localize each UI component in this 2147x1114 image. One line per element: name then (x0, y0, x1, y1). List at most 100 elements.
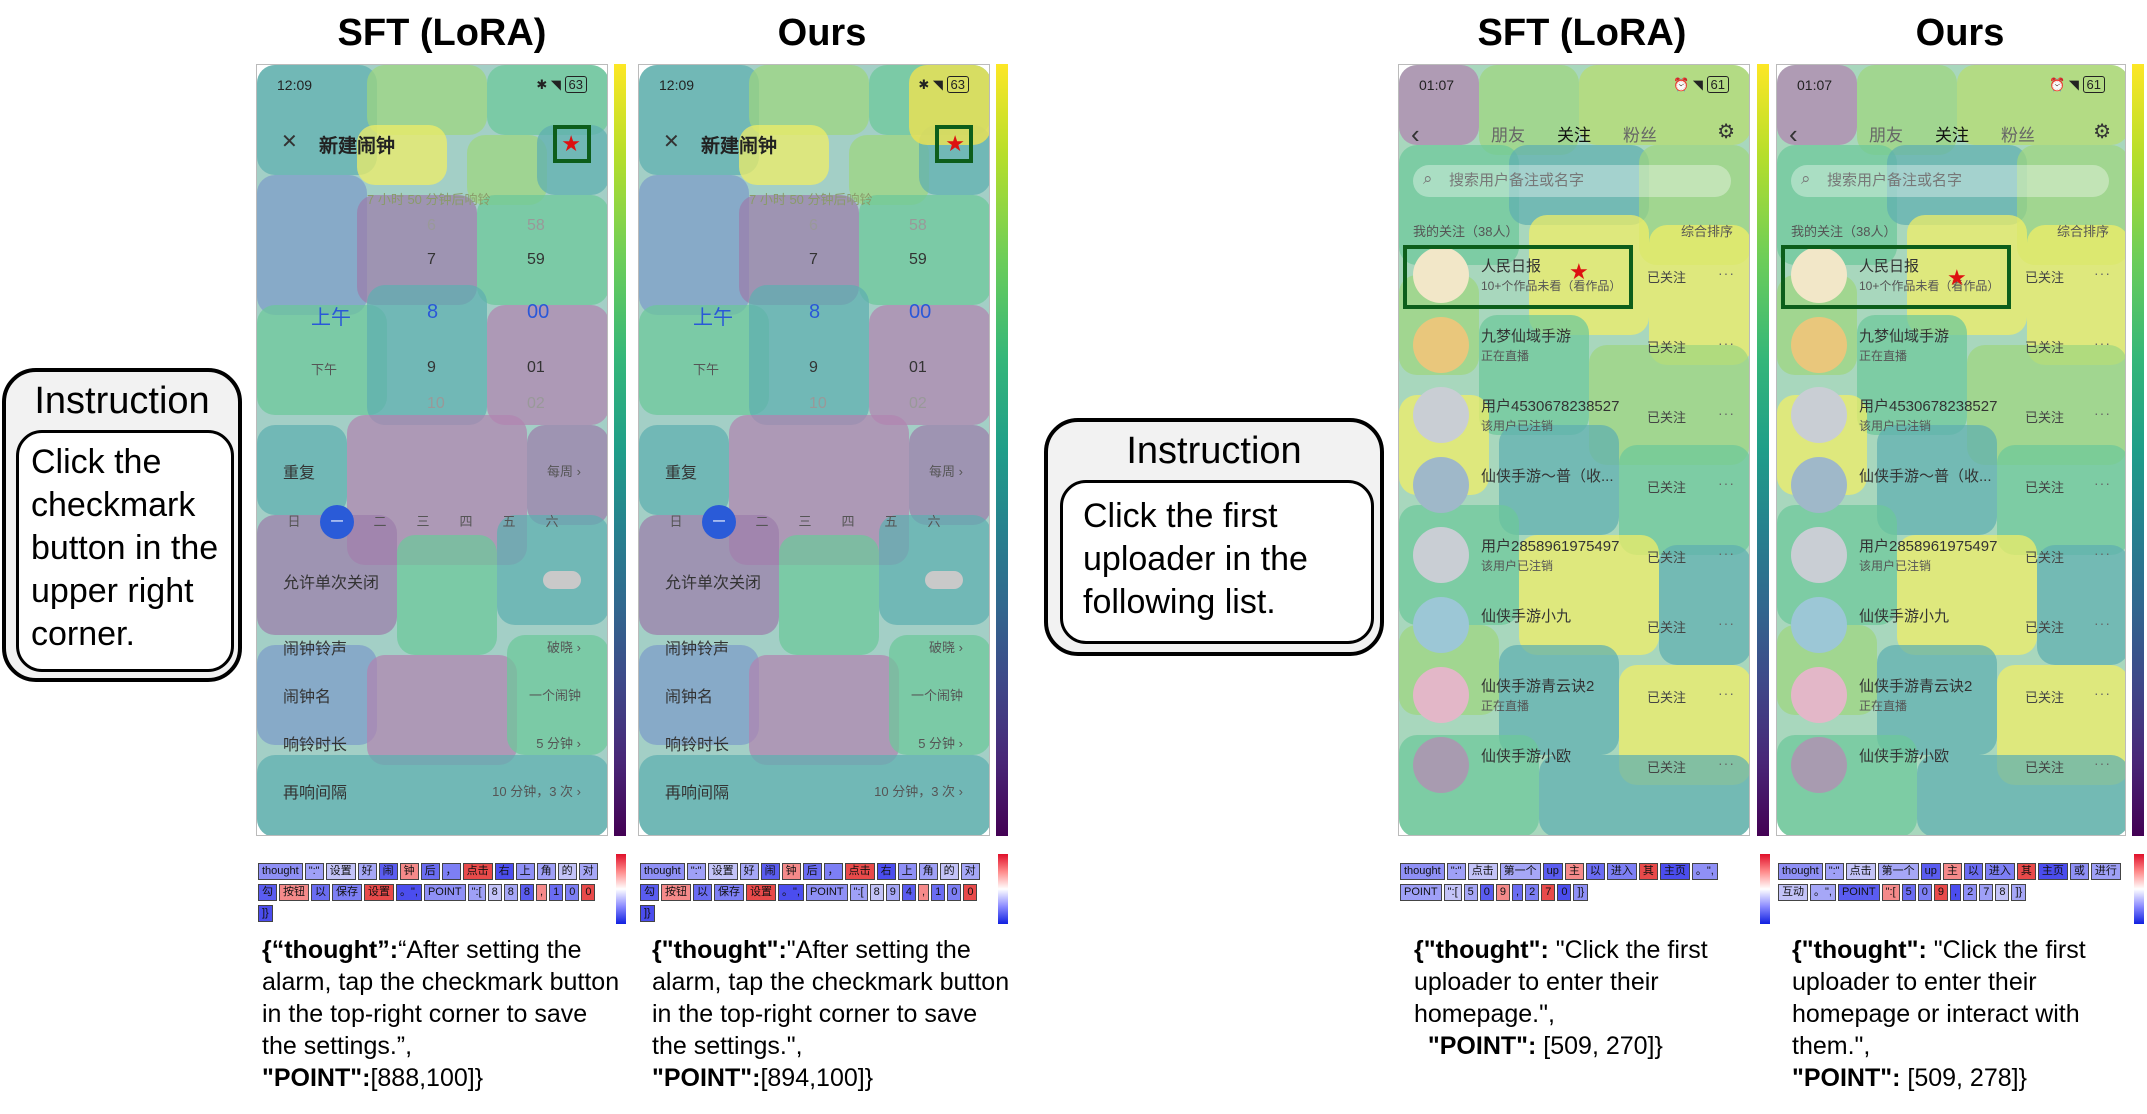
more-icon[interactable]: ··· (1718, 475, 1735, 491)
snooze-value[interactable]: 10 分钟，3 次 › (492, 781, 581, 800)
picker-hour[interactable]: 8 (427, 301, 438, 324)
picker-hour[interactable]: 10 (809, 395, 827, 413)
user-avatar[interactable] (1791, 527, 1847, 583)
close-icon[interactable]: ✕ (281, 129, 298, 154)
picker-ampm[interactable]: 下午 (693, 359, 719, 378)
user-avatar[interactable] (1791, 457, 1847, 513)
picker-hour[interactable]: 8 (809, 301, 820, 324)
more-icon[interactable]: ··· (1718, 755, 1735, 771)
gear-icon[interactable]: ⚙ (1717, 119, 1735, 144)
user-avatar[interactable] (1791, 387, 1847, 443)
user-name[interactable]: 用户4530678238527 (1481, 395, 1619, 416)
more-icon[interactable]: ··· (2094, 405, 2111, 421)
user-name[interactable]: 仙侠手游～普（收... (1481, 465, 1614, 486)
weekday-toggle[interactable]: 二 (745, 505, 779, 539)
picker-hour[interactable]: 6 (427, 217, 436, 235)
followed-button[interactable]: 已关注 (1647, 757, 1686, 776)
weekday-toggle[interactable]: 三 (406, 505, 440, 539)
user-name[interactable]: 九梦仙域手游 (1859, 325, 1949, 346)
user-avatar[interactable] (1413, 737, 1469, 793)
back-icon[interactable]: ‹ (1789, 119, 1798, 150)
more-icon[interactable]: ··· (2094, 545, 2111, 561)
allow-close-toggle[interactable] (925, 571, 963, 589)
more-icon[interactable]: ··· (1718, 265, 1735, 281)
user-avatar[interactable] (1413, 317, 1469, 373)
user-avatar[interactable] (1413, 667, 1469, 723)
user-avatar[interactable] (1791, 667, 1847, 723)
duration-value[interactable]: 5 分钟 › (918, 733, 963, 752)
picker-minute[interactable]: 02 (527, 395, 545, 413)
user-name[interactable]: 用户4530678238527 (1859, 395, 1997, 416)
weekday-toggle[interactable]: 三 (788, 505, 822, 539)
user-name[interactable]: 仙侠手游青云诀2 (1859, 675, 1972, 696)
more-icon[interactable]: ··· (1718, 335, 1735, 351)
weekday-toggle[interactable]: 五 (874, 505, 908, 539)
picker-minute[interactable]: 02 (909, 395, 927, 413)
picker-hour[interactable]: 6 (809, 217, 818, 235)
user-avatar[interactable] (1413, 527, 1469, 583)
user-name[interactable]: 用户2858961975497 (1859, 535, 1997, 556)
weekday-toggle[interactable]: 一 (702, 505, 736, 539)
picker-ampm[interactable]: 上午 (693, 301, 733, 330)
more-icon[interactable]: ··· (2094, 615, 2111, 631)
allow-close-toggle[interactable] (543, 571, 581, 589)
picker-minute[interactable]: 01 (527, 359, 545, 377)
followed-button[interactable]: 已关注 (1647, 547, 1686, 566)
followed-button[interactable]: 已关注 (2025, 757, 2064, 776)
repeat-value[interactable]: 每周 › (547, 461, 581, 480)
tab-0[interactable]: 朋友 (1491, 121, 1525, 146)
followed-button[interactable]: 已关注 (2025, 267, 2064, 286)
weekday-toggle[interactable]: 六 (917, 505, 951, 539)
user-name[interactable]: 九梦仙域手游 (1481, 325, 1571, 346)
tab-2[interactable]: 粉丝 (1623, 121, 1657, 146)
weekday-toggle[interactable]: 四 (449, 505, 483, 539)
search-input[interactable]: 搜索用户备注或名字 (1791, 165, 2109, 197)
followed-button[interactable]: 已关注 (1647, 267, 1686, 286)
more-icon[interactable]: ··· (2094, 685, 2111, 701)
user-name[interactable]: 仙侠手游青云诀2 (1481, 675, 1594, 696)
more-icon[interactable]: ··· (2094, 335, 2111, 351)
user-name[interactable]: 仙侠手游～普（收... (1859, 465, 1992, 486)
repeat-value[interactable]: 每周 › (929, 461, 963, 480)
followed-button[interactable]: 已关注 (2025, 407, 2064, 426)
sort-label[interactable]: 综合排序 (2057, 221, 2109, 240)
more-icon[interactable]: ··· (2094, 265, 2111, 281)
followed-button[interactable]: 已关注 (1647, 407, 1686, 426)
picker-minute[interactable]: 58 (527, 217, 545, 235)
picker-minute[interactable]: 59 (527, 251, 545, 269)
user-avatar[interactable] (1791, 737, 1847, 793)
followed-button[interactable]: 已关注 (2025, 547, 2064, 566)
weekday-toggle[interactable]: 二 (363, 505, 397, 539)
tab-1[interactable]: 关注 (1557, 121, 1591, 146)
user-name[interactable]: 仙侠手游小九 (1859, 605, 1949, 626)
gear-icon[interactable]: ⚙ (2093, 119, 2111, 144)
weekday-toggle[interactable]: 日 (659, 505, 693, 539)
more-icon[interactable]: ··· (1718, 405, 1735, 421)
user-name[interactable]: 仙侠手游小欧 (1481, 745, 1571, 766)
followed-button[interactable]: 已关注 (2025, 337, 2064, 356)
more-icon[interactable]: ··· (1718, 685, 1735, 701)
picker-minute[interactable]: 00 (527, 301, 549, 324)
followed-button[interactable]: 已关注 (2025, 617, 2064, 636)
duration-value[interactable]: 5 分钟 › (536, 733, 581, 752)
ringtone-value[interactable]: 破晓 › (547, 637, 581, 656)
weekday-toggle[interactable]: 一 (320, 505, 354, 539)
tab-1[interactable]: 关注 (1935, 121, 1969, 146)
name-value[interactable]: 一个闹钟 (911, 685, 963, 704)
more-icon[interactable]: ··· (2094, 755, 2111, 771)
user-name[interactable]: 用户2858961975497 (1481, 535, 1619, 556)
weekday-toggle[interactable]: 四 (831, 505, 865, 539)
picker-minute[interactable]: 00 (909, 301, 931, 324)
tab-0[interactable]: 朋友 (1869, 121, 1903, 146)
weekday-toggle[interactable]: 日 (277, 505, 311, 539)
followed-button[interactable]: 已关注 (1647, 687, 1686, 706)
more-icon[interactable]: ··· (1718, 615, 1735, 631)
user-avatar[interactable] (1413, 387, 1469, 443)
sort-label[interactable]: 综合排序 (1681, 221, 1733, 240)
followed-button[interactable]: 已关注 (1647, 337, 1686, 356)
followed-button[interactable]: 已关注 (2025, 687, 2064, 706)
followed-button[interactable]: 已关注 (2025, 477, 2064, 496)
picker-minute[interactable]: 59 (909, 251, 927, 269)
ringtone-value[interactable]: 破晓 › (929, 637, 963, 656)
user-avatar[interactable] (1791, 317, 1847, 373)
